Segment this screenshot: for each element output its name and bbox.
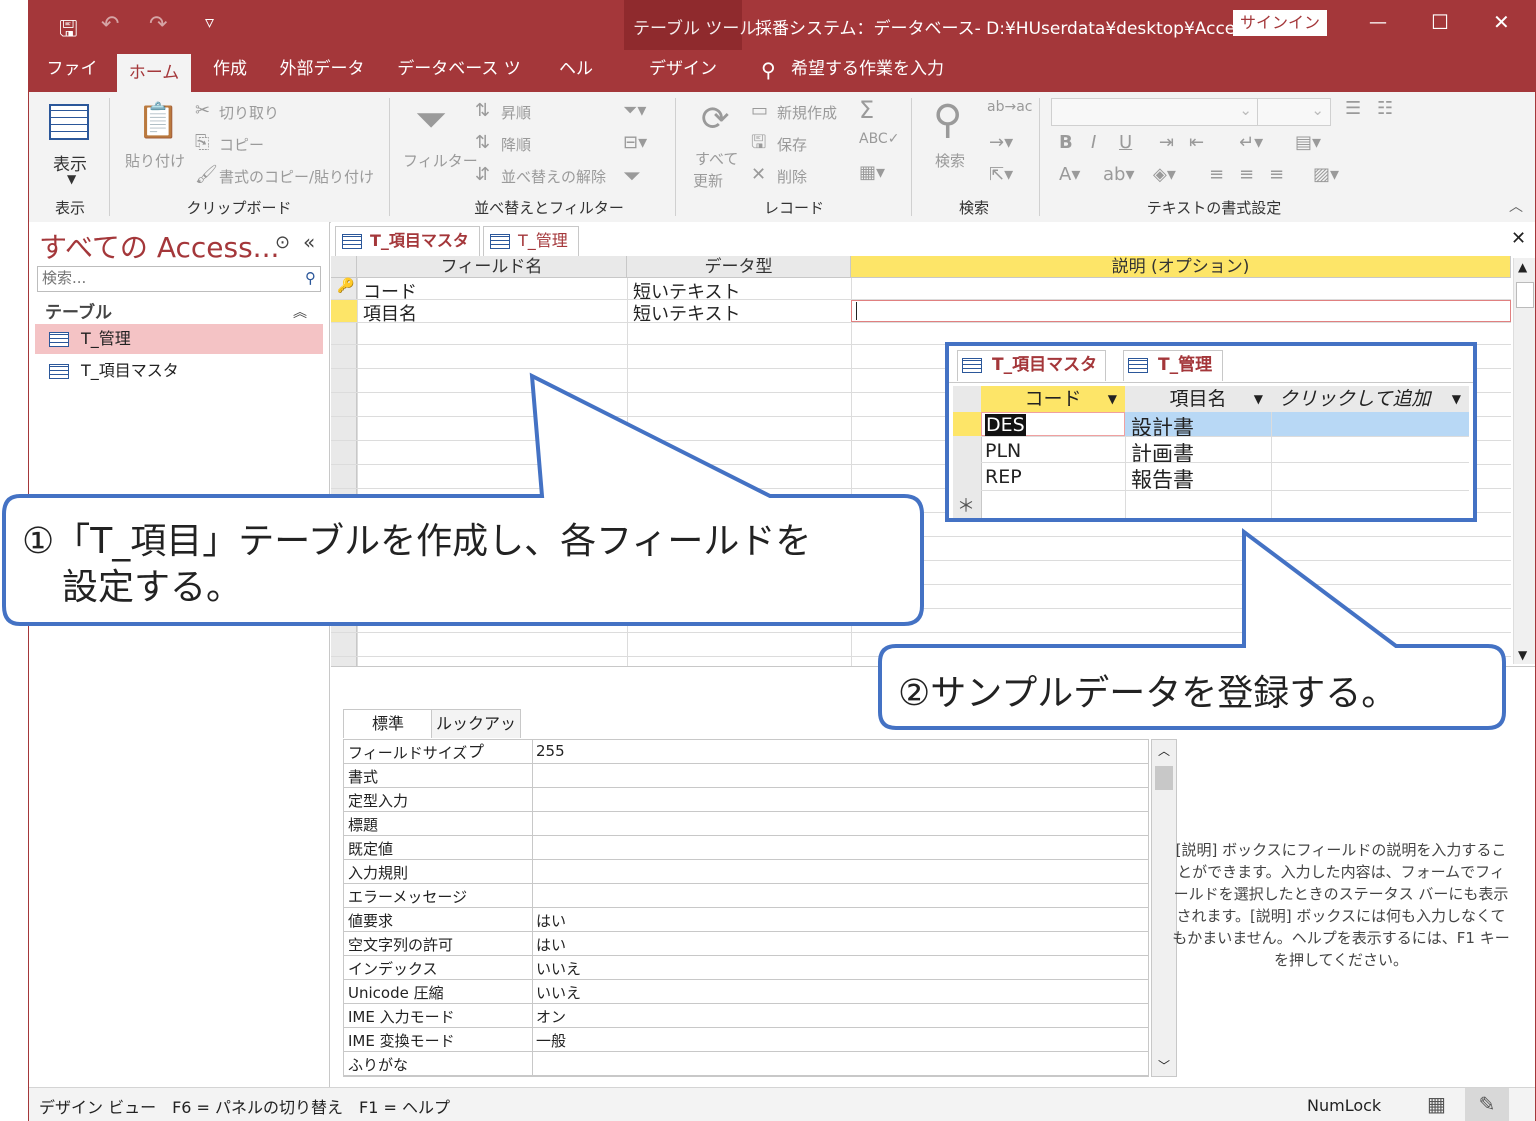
callout-two-text: ②サンプルデータを登録する。 — [898, 673, 1398, 714]
callout-one-line1: ①「T_項目」テーブルを作成し、各フィールドを — [22, 521, 812, 562]
callout-one-line2: 設定する。 — [62, 567, 243, 608]
